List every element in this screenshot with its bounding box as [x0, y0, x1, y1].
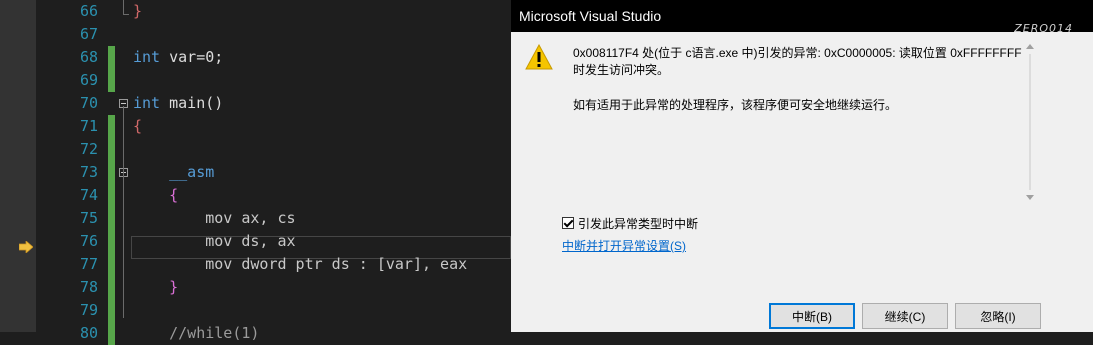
code-token: __asm: [133, 163, 215, 181]
code-token: {: [133, 186, 179, 204]
line-number: 66: [79, 2, 98, 20]
line-number-gutter: 66 67 68 69 70 71 72 73 74 75 76 77 78 79 80: [36, 0, 108, 342]
line-number: 70: [79, 94, 98, 112]
change-bar: [108, 115, 115, 345]
dialog-button-row: 中断(B) 继续(C) 忽略(I): [511, 303, 1093, 329]
code-token: var=0;: [160, 48, 224, 66]
break-on-exception-label[interactable]: 引发此异常类型时中断: [578, 215, 698, 232]
code-token: }: [133, 2, 143, 20]
break-button[interactable]: 中断(B): [769, 303, 855, 329]
exception-hint: 如有适用于此异常的处理程序，该程序便可安全地继续运行。: [573, 98, 898, 112]
code-token: //while(1): [133, 324, 260, 342]
outline-guide: [123, 0, 124, 14]
line-number: 71: [79, 117, 98, 135]
line-number: 79: [79, 301, 98, 319]
open-exception-settings-link[interactable]: 中断并打开异常设置(S): [562, 237, 686, 254]
dialog-titlebar[interactable]: Microsoft Visual Studio ZERO014: [511, 0, 1093, 35]
watermark-text: ZERO014: [1014, 22, 1073, 35]
exception-dialog: Microsoft Visual Studio ZERO014 0x008117…: [511, 0, 1093, 332]
line-number: 76: [79, 232, 98, 250]
scroll-down-icon[interactable]: [1026, 195, 1034, 200]
line-number: 77: [79, 255, 98, 273]
glyph-margin[interactable]: [0, 0, 36, 332]
outline-guide: [123, 14, 129, 15]
code-line[interactable]: __asm: [133, 161, 214, 184]
line-number: 73: [79, 163, 98, 181]
code-token: mov dword ptr ds : [var], eax: [133, 255, 468, 273]
execution-pointer-icon: [19, 241, 33, 253]
code-line[interactable]: int main(): [133, 92, 223, 115]
code-line[interactable]: }: [133, 276, 178, 299]
ignore-button[interactable]: 忽略(I): [955, 303, 1041, 329]
message-scrollbar[interactable]: [1024, 44, 1036, 200]
line-number: 78: [79, 278, 98, 296]
code-line[interactable]: mov ax, cs: [133, 207, 296, 230]
code-line[interactable]: }: [133, 0, 142, 23]
scroll-up-icon[interactable]: [1026, 44, 1034, 49]
code-token: int: [133, 48, 161, 66]
code-token: mov ds, ax: [133, 232, 296, 250]
exception-message: 0x008117F4 处(位于 c语言.exe 中)引发的异常: 0xC0000…: [573, 45, 1023, 79]
code-token: mov ax, cs: [133, 209, 296, 227]
code-line[interactable]: int var=0;: [133, 46, 223, 69]
code-token: int: [133, 94, 161, 112]
exception-message-line-2: 时发生访问冲突。: [573, 63, 670, 77]
code-token: main(): [160, 94, 224, 112]
change-bar: [108, 46, 115, 92]
exception-message-line-1: 0x008117F4 处(位于 c语言.exe 中)引发的异常: 0xC0000…: [573, 46, 1022, 60]
scroll-track[interactable]: [1029, 54, 1031, 190]
line-number: 74: [79, 186, 98, 204]
outline-guide: [123, 176, 124, 295]
code-line[interactable]: mov dword ptr ds : [var], eax: [133, 253, 467, 276]
line-number: 80: [79, 324, 98, 342]
code-token: {: [133, 117, 143, 135]
code-line[interactable]: {: [133, 115, 142, 138]
line-number: 72: [79, 140, 98, 158]
line-number: 69: [79, 71, 98, 89]
dialog-title: Microsoft Visual Studio: [519, 8, 662, 24]
code-line[interactable]: //while(1): [133, 322, 259, 345]
line-number: 75: [79, 209, 98, 227]
line-number: 68: [79, 48, 98, 66]
break-on-exception-option[interactable]: 引发此异常类型时中断: [562, 215, 698, 231]
code-line[interactable]: {: [133, 184, 178, 207]
code-line[interactable]: mov ds, ax: [133, 230, 296, 253]
line-number: 67: [79, 25, 98, 43]
continue-button[interactable]: 继续(C): [862, 303, 948, 329]
warning-icon: [525, 44, 553, 70]
code-token: }: [133, 278, 179, 296]
break-on-exception-checkbox[interactable]: [562, 217, 574, 229]
